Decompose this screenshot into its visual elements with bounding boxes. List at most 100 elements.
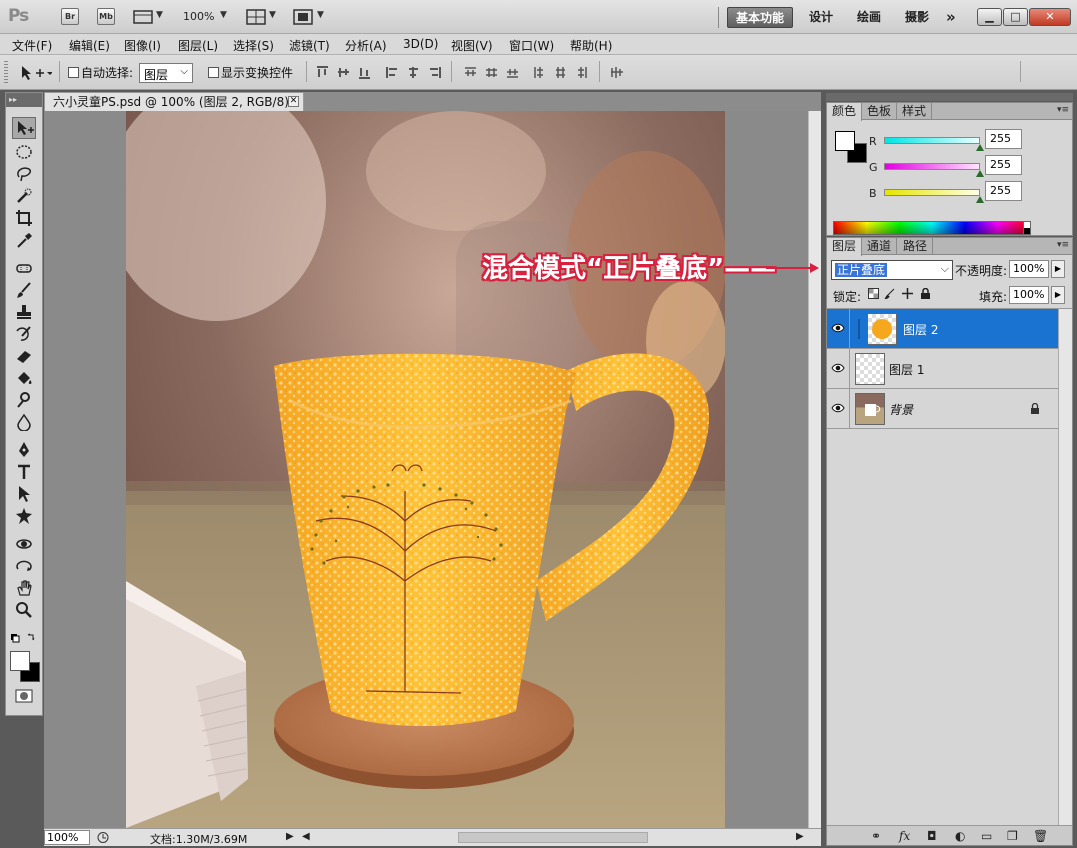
- tab-channels[interactable]: 通道: [862, 238, 898, 255]
- layers-scrollbar[interactable]: [1058, 309, 1072, 829]
- menu-filter[interactable]: 滤镜(T): [289, 37, 330, 54]
- adjustment-layer-icon[interactable]: ◐: [955, 829, 965, 843]
- paint-bucket-tool[interactable]: [12, 367, 36, 389]
- menu-window[interactable]: 窗口(W): [509, 37, 554, 54]
- view-extras-icon[interactable]: [133, 9, 153, 25]
- opacity-input[interactable]: 100%: [1009, 260, 1049, 278]
- canvas-image[interactable]: [126, 111, 725, 828]
- align-right-icon[interactable]: [428, 66, 441, 79]
- dodge-tool[interactable]: [12, 389, 36, 411]
- scroll-left-icon[interactable]: ◀: [302, 831, 310, 842]
- panel-foreground-swatch[interactable]: [835, 131, 855, 151]
- layer-row[interactable]: 图层 2: [827, 309, 1058, 349]
- menu-select[interactable]: 选择(S): [233, 37, 274, 54]
- 3d-orbit-tool[interactable]: [12, 555, 36, 577]
- show-transform-checkbox[interactable]: [208, 67, 219, 78]
- auto-select-dropdown[interactable]: 图层 ⌵: [139, 63, 193, 83]
- opacity-slider-button[interactable]: ▶: [1051, 260, 1065, 278]
- align-top-icon[interactable]: [316, 66, 329, 79]
- auto-select-checkbox[interactable]: [68, 67, 79, 78]
- status-zoom-field[interactable]: 100%: [44, 830, 90, 845]
- layer-thumbnail[interactable]: [855, 353, 885, 385]
- more-workspaces-button[interactable]: »: [938, 7, 964, 28]
- align-vcenter-icon[interactable]: [337, 66, 350, 79]
- close-tab-icon[interactable]: ✕: [288, 96, 299, 107]
- history-brush-tool[interactable]: [12, 323, 36, 345]
- shape-tool[interactable]: [12, 505, 36, 527]
- distribute-vcenter-icon[interactable]: [485, 66, 498, 79]
- panel-menu-icon[interactable]: ▾≡: [1057, 105, 1069, 115]
- lock-pixels-icon[interactable]: [884, 288, 895, 299]
- lock-transparent-icon[interactable]: [868, 288, 879, 299]
- color-spectrum-bar[interactable]: [833, 221, 1031, 235]
- horizontal-scrollbar-thumb[interactable]: [458, 832, 648, 843]
- channel-r-input[interactable]: 255: [985, 129, 1022, 149]
- distribute-right-icon[interactable]: [575, 66, 588, 79]
- menu-help[interactable]: 帮助(H): [570, 37, 612, 54]
- menu-file[interactable]: 文件(F): [12, 37, 52, 54]
- tab-layers[interactable]: 图层: [827, 238, 863, 256]
- panel-menu-icon[interactable]: ▾≡: [1057, 240, 1069, 250]
- path-selection-tool[interactable]: [12, 483, 36, 505]
- channel-b-slider[interactable]: [884, 189, 980, 196]
- channel-r-slider[interactable]: [884, 137, 980, 144]
- new-layer-icon[interactable]: ❐: [1007, 829, 1018, 843]
- blur-tool[interactable]: [12, 411, 36, 433]
- type-tool[interactable]: [12, 461, 36, 483]
- eye-icon[interactable]: [831, 361, 845, 375]
- status-menu-icon[interactable]: ▶: [286, 831, 294, 842]
- workspace-design[interactable]: 设计: [801, 7, 841, 28]
- clone-stamp-tool[interactable]: [12, 301, 36, 323]
- distribute-hcenter-icon[interactable]: [554, 66, 567, 79]
- layer-name[interactable]: 图层 1: [889, 361, 924, 378]
- chevron-down-icon[interactable]: ▼: [156, 10, 163, 20]
- auto-align-layers-icon[interactable]: [610, 66, 623, 79]
- tab-paths[interactable]: 路径: [898, 238, 934, 255]
- menu-image[interactable]: 图像(I): [124, 37, 161, 54]
- toolbox-header[interactable]: ▸▸: [6, 93, 42, 107]
- quick-selection-tool[interactable]: [12, 185, 36, 207]
- layer-name[interactable]: 背景: [889, 401, 913, 418]
- eyedropper-tool[interactable]: [12, 229, 36, 251]
- new-group-icon[interactable]: ▭: [981, 829, 992, 843]
- tab-swatches[interactable]: 色板: [862, 103, 898, 120]
- chevron-down-icon[interactable]: ▼: [220, 10, 227, 20]
- arrange-documents-icon[interactable]: [246, 9, 266, 25]
- move-tool[interactable]: [12, 117, 36, 139]
- layer-thumbnail[interactable]: [855, 393, 885, 425]
- 3d-rotate-tool[interactable]: [12, 533, 36, 555]
- document-tab[interactable]: 六小灵童PS.psd @ 100% (图层 2, RGB/8) * ✕: [44, 92, 304, 111]
- distribute-left-icon[interactable]: [533, 66, 546, 79]
- grip-handle[interactable]: [4, 61, 8, 83]
- screen-mode-icon[interactable]: [293, 9, 313, 25]
- trash-icon[interactable]: 🗑: [1033, 829, 1048, 843]
- pen-tool[interactable]: [12, 439, 36, 461]
- chevron-down-icon[interactable]: ▼: [269, 10, 276, 20]
- hand-tool[interactable]: [12, 577, 36, 599]
- brush-tool[interactable]: [12, 279, 36, 301]
- menu-layer[interactable]: 图层(L): [178, 37, 218, 54]
- layer-row[interactable]: 图层 1: [827, 349, 1058, 389]
- menu-view[interactable]: 视图(V): [451, 37, 493, 54]
- align-hcenter-icon[interactable]: [407, 66, 420, 79]
- layer-thumbnail[interactable]: [867, 313, 897, 345]
- zoom-level[interactable]: 100%: [183, 10, 214, 23]
- layer-style-icon[interactable]: fx: [899, 829, 910, 843]
- align-bottom-icon[interactable]: [358, 66, 371, 79]
- move-tool-preset-icon[interactable]: [20, 64, 52, 82]
- marquee-tool[interactable]: [12, 141, 36, 163]
- channel-b-input[interactable]: 255: [985, 181, 1022, 201]
- quick-mask-icon[interactable]: [15, 689, 33, 703]
- fill-input[interactable]: 100%: [1009, 286, 1049, 304]
- fill-slider-button[interactable]: ▶: [1051, 286, 1065, 304]
- eye-icon[interactable]: [831, 321, 845, 335]
- distribute-top-icon[interactable]: [464, 66, 477, 79]
- vertical-scrollbar[interactable]: [808, 111, 821, 828]
- minimize-button[interactable]: ▁: [977, 8, 1002, 26]
- tab-color[interactable]: 颜色: [827, 103, 863, 121]
- status-info-icon[interactable]: [96, 831, 110, 844]
- workspace-essentials[interactable]: 基本功能: [727, 7, 794, 28]
- add-mask-icon[interactable]: ◘: [927, 829, 937, 843]
- dock-header[interactable]: [826, 93, 1073, 101]
- layer-name[interactable]: 图层 2: [903, 321, 938, 338]
